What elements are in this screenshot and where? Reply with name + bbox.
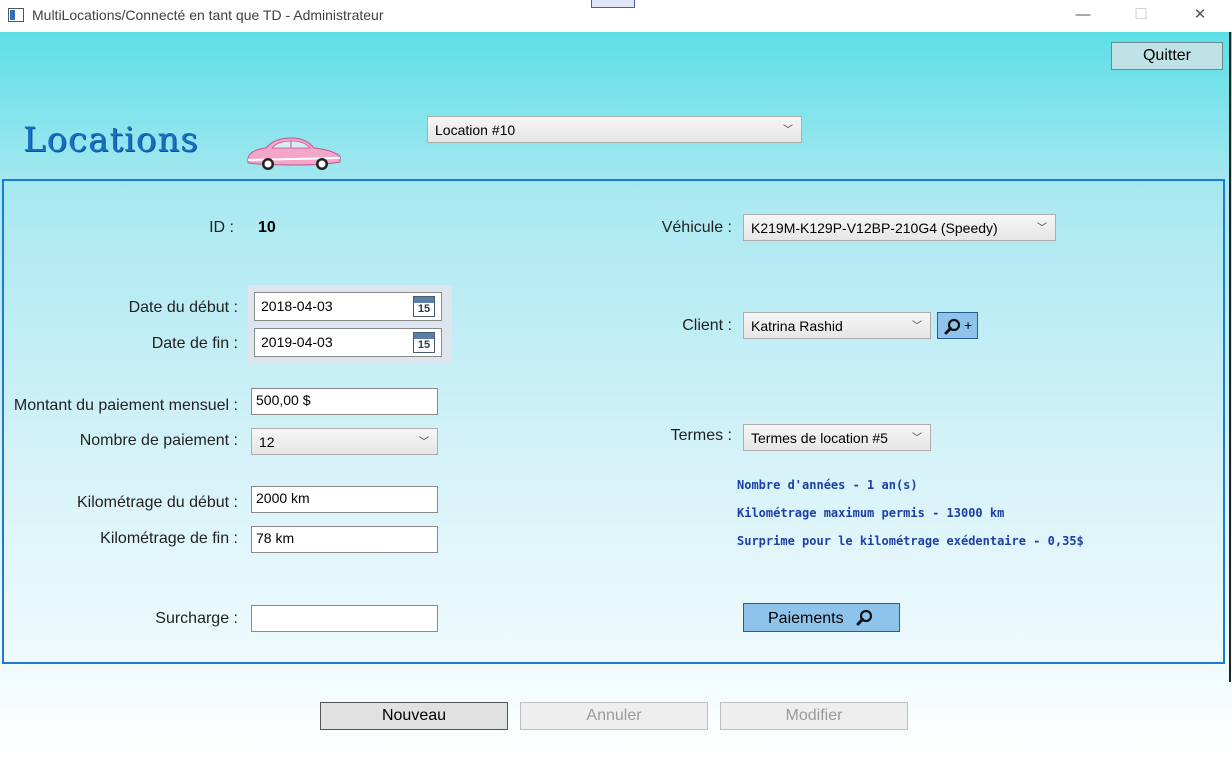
add-client-button[interactable]: + [937, 312, 978, 339]
terms-surcharge: Surprime pour le kilométrage exédentaire… [737, 534, 1084, 548]
close-button[interactable]: ✕ [1180, 4, 1220, 26]
date-start-value: 2018-04-03 [261, 298, 333, 314]
quit-button[interactable]: Quitter [1111, 42, 1223, 70]
location-select[interactable]: Location #10 ﹀ [427, 116, 802, 143]
window-edge [1229, 32, 1231, 682]
app-icon [8, 8, 24, 22]
chevron-down-icon: ﹀ [419, 436, 429, 448]
title-grip[interactable] [591, 0, 635, 8]
date-end-label: Date de fin : [151, 335, 238, 352]
vehicle-value: K219M-K129P-V12BP-210G4 (Speedy) [751, 219, 998, 236]
date-start-picker[interactable]: 2018-04-03 15 [254, 292, 442, 321]
new-button[interactable]: Nouveau [320, 702, 508, 730]
surcharge-input[interactable] [251, 605, 438, 632]
page-title: Locations [23, 120, 199, 160]
maximize-button[interactable]: ☐ [1121, 4, 1161, 26]
location-panel [2, 179, 1225, 664]
minimize-button[interactable]: — [1063, 4, 1103, 26]
terms-max-km: Kilométrage maximum permis - 13000 km [737, 506, 1005, 520]
title-bar: MultiLocations/Connecté en tant que TD -… [0, 0, 1232, 32]
date-end-picker[interactable]: 2019-04-03 15 [254, 328, 442, 357]
payments-button-label: Paiements [768, 610, 844, 627]
km-end-label: Kilométrage de fin : [100, 530, 238, 547]
km-end-input[interactable]: 78 km [251, 526, 438, 553]
monthly-payment-label: Montant du paiement mensuel : [13, 397, 238, 414]
chevron-down-icon: ﹀ [783, 124, 793, 136]
km-start-input[interactable]: 2000 km [251, 486, 438, 513]
id-label: ID : [209, 219, 234, 236]
chevron-down-icon: ﹀ [1037, 222, 1047, 234]
location-select-value: Location #10 [435, 121, 516, 138]
terms-years: Nombre d'années - 1 an(s) [737, 478, 918, 492]
vehicle-label: Véhicule : [661, 219, 732, 236]
edit-button[interactable]: Modifier [720, 702, 908, 730]
payments-button[interactable]: Paiements [743, 603, 900, 632]
terms-select[interactable]: Termes de location #5 ﹀ [743, 424, 931, 451]
cancel-button[interactable]: Annuler [520, 702, 708, 730]
payments-count-label: Nombre de paiement : [79, 432, 238, 449]
chevron-down-icon: ﹀ [912, 432, 922, 444]
search-icon [856, 609, 873, 626]
vehicle-select[interactable]: K219M-K129P-V12BP-210G4 (Speedy) ﹀ [743, 214, 1056, 241]
client-value: Katrina Rashid [751, 317, 843, 334]
terms-label: Termes : [670, 427, 732, 444]
payments-count-select[interactable]: 12 ﹀ [251, 428, 438, 455]
date-end-value: 2019-04-03 [261, 334, 333, 350]
km-start-label: Kilométrage du début : [77, 494, 238, 511]
client-label: Client : [682, 317, 732, 334]
surcharge-label: Surcharge : [155, 610, 238, 627]
id-value: 10 [258, 219, 276, 236]
plus-icon: + [964, 317, 973, 333]
payments-count-value: 12 [259, 433, 275, 450]
client-select[interactable]: Katrina Rashid ﹀ [743, 312, 931, 339]
calendar-icon[interactable]: 15 [413, 332, 435, 353]
calendar-icon[interactable]: 15 [413, 296, 435, 317]
monthly-payment-input[interactable]: 500,00 $ [251, 388, 438, 415]
car-icon [247, 137, 341, 170]
window-title: MultiLocations/Connecté en tant que TD -… [32, 7, 384, 23]
chevron-down-icon: ﹀ [912, 320, 922, 332]
terms-value: Termes de location #5 [751, 429, 888, 446]
date-start-label: Date du début : [128, 299, 238, 316]
search-icon [944, 318, 961, 335]
